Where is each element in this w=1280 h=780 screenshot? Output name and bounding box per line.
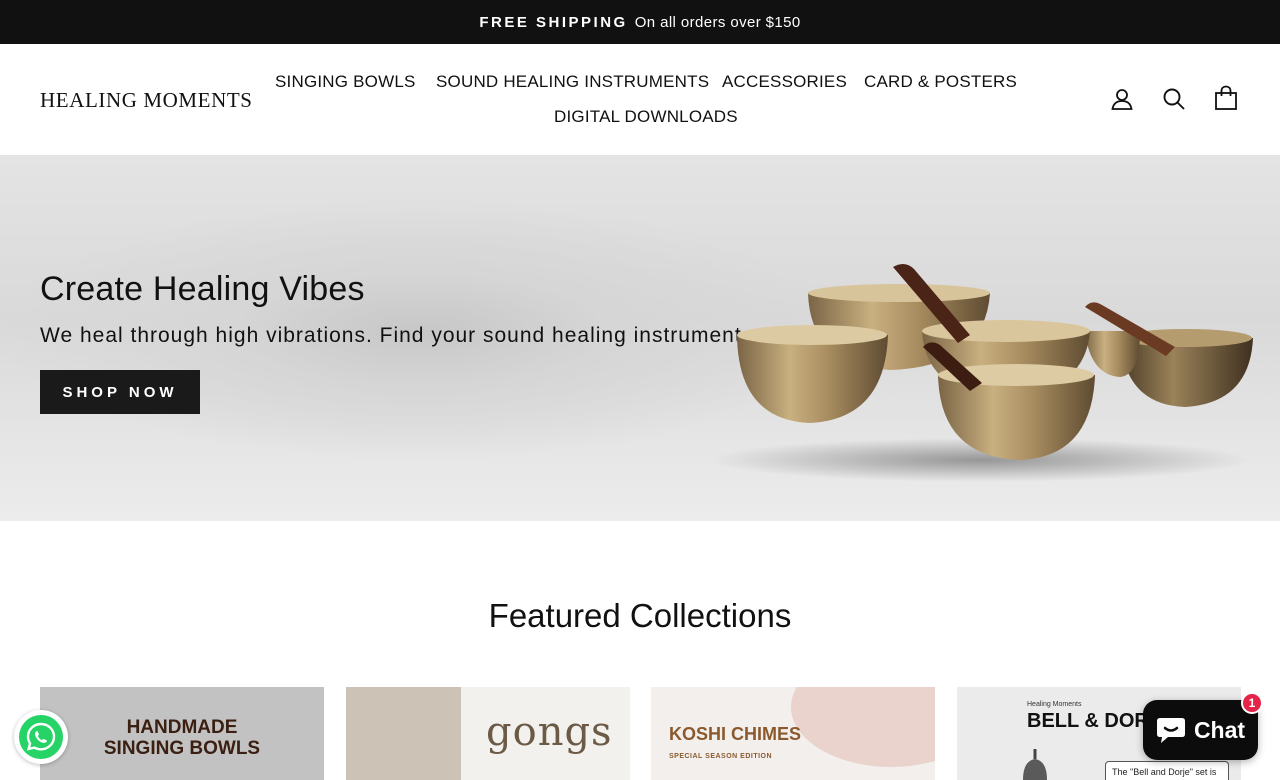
collection-brand: Healing Moments — [1027, 701, 1082, 708]
chat-notification-badge: 1 — [1241, 692, 1263, 714]
nav-item-digital-downloads[interactable]: DIGITAL DOWNLOADS — [554, 107, 738, 127]
search-icon[interactable] — [1160, 85, 1188, 113]
site-logo[interactable]: HEALING MOMENTS — [40, 88, 253, 113]
collection-title-line2: SINGING BOWLS — [103, 738, 261, 759]
site-header: HEALING MOMENTS SINGING BOWLS SOUND HEAL… — [0, 44, 1280, 155]
card-decoration — [791, 687, 935, 767]
announcement-bar: FREE SHIPPING On all orders over $150 — [0, 0, 1280, 44]
announcement-text: On all orders over $150 — [634, 13, 801, 31]
collection-card-koshi-chimes[interactable]: KOSHI CHIMES SPECIAL SEASON EDITION — [651, 687, 935, 780]
chat-bubble-icon — [1156, 718, 1185, 743]
collection-subtitle: SPECIAL SEASON EDITION — [669, 753, 773, 760]
singing-bowls-image — [710, 263, 1253, 482]
collection-title-line1: HANDMADE — [126, 717, 238, 738]
shop-now-button[interactable]: SHOP NOW — [40, 370, 200, 414]
account-icon[interactable] — [1108, 85, 1136, 113]
cart-icon[interactable] — [1212, 84, 1240, 112]
whatsapp-icon — [19, 715, 63, 759]
collection-card-singing-bowls[interactable]: HANDMADE SINGING BOWLS — [40, 687, 324, 780]
collection-title: gongs — [486, 709, 613, 755]
nav-item-accessories[interactable]: ACCESSORIES — [722, 72, 847, 92]
nav-item-singing-bowls[interactable]: SINGING BOWLS — [275, 72, 416, 92]
card-color-block — [346, 687, 461, 780]
hero-title: Create Healing Vibes — [40, 270, 365, 308]
featured-collections-title: Featured Collections — [488, 597, 792, 634]
hero-subtitle: We heal through high vibrations. Find yo… — [40, 324, 749, 347]
chat-button[interactable]: Chat — [1143, 700, 1258, 760]
nav-item-card-posters[interactable]: CARD & POSTERS — [864, 72, 1017, 92]
hero-banner: Create Healing Vibes We heal through hig… — [0, 155, 1280, 521]
announcement-strong: FREE SHIPPING — [479, 13, 628, 31]
collection-note: The "Bell and Dorje" set is — [1105, 761, 1229, 780]
nav-item-sound-healing-instruments[interactable]: SOUND HEALING INSTRUMENTS — [436, 72, 709, 92]
whatsapp-button[interactable] — [14, 710, 68, 764]
bell-image — [1023, 749, 1047, 780]
collection-title: KOSHI CHIMES — [669, 724, 802, 744]
collection-title: BELL & DOR — [1027, 710, 1149, 732]
chat-label: Chat — [1193, 716, 1246, 743]
collection-card-gongs[interactable]: gongs — [346, 687, 630, 780]
